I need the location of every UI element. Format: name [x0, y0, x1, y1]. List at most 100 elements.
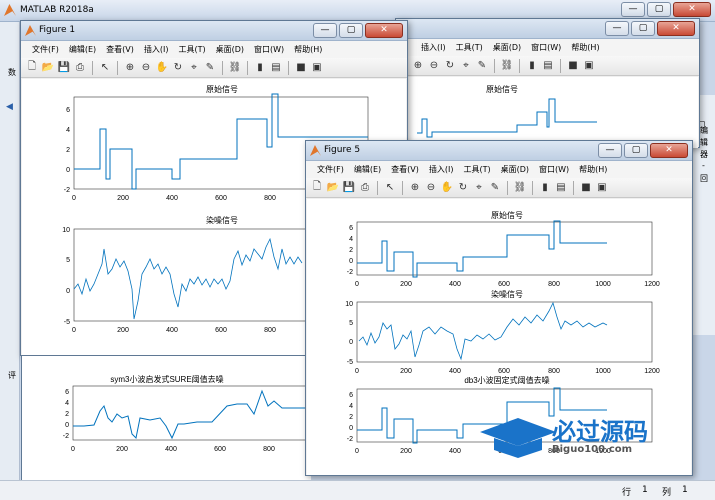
colorbar-icon[interactable]: ▮	[253, 61, 267, 75]
zoom-out-icon[interactable]: ⊖	[424, 181, 438, 195]
datacursor-icon[interactable]: ⌖	[472, 181, 486, 195]
menu-file[interactable]: 文件(F)	[312, 164, 349, 175]
menu-window[interactable]: 窗口(W)	[526, 42, 566, 53]
print-icon[interactable]: ⎙	[73, 61, 87, 75]
brush-icon[interactable]: ✎	[203, 61, 217, 75]
fig1-close-button[interactable]: ✕	[365, 23, 403, 38]
open-icon[interactable]: 📂	[41, 61, 55, 75]
zoom-out-icon[interactable]: ⊖	[139, 61, 153, 75]
menu-tools[interactable]: 工具(T)	[458, 164, 495, 175]
rotate-icon[interactable]: ↻	[443, 59, 457, 73]
ytick: 6	[349, 392, 353, 399]
menu-desktop[interactable]: 桌面(D)	[488, 42, 526, 53]
figure-5-title: Figure 5	[324, 145, 361, 155]
menu-edit[interactable]: 编辑(E)	[349, 164, 386, 175]
new-figure-icon[interactable]: 🗋	[310, 181, 324, 195]
rotate-icon[interactable]: ↻	[171, 61, 185, 75]
watermark-brand: 必过源码	[552, 418, 648, 446]
back-close-button[interactable]: ✕	[657, 21, 695, 36]
menu-insert[interactable]: 插入(I)	[139, 44, 174, 55]
menu-help[interactable]: 帮助(H)	[566, 42, 604, 53]
fig5-minimize-button[interactable]: —	[598, 143, 622, 158]
dock-icon[interactable]: ▣	[582, 59, 596, 73]
save-icon[interactable]: 💾	[342, 181, 356, 195]
back-figure-title-bar: — ▢ ✕	[396, 19, 699, 39]
back-figure-canvas: 原始信号	[397, 77, 698, 148]
menu-help[interactable]: 帮助(H)	[574, 164, 612, 175]
pointer-icon[interactable]: ↖	[383, 181, 397, 195]
legend-icon[interactable]: ▤	[541, 59, 555, 73]
fig1-minimize-button[interactable]: —	[313, 23, 337, 38]
menu-view[interactable]: 查看(V)	[386, 164, 424, 175]
print-icon[interactable]: ⎙	[358, 181, 372, 195]
fig1-maximize-button[interactable]: ▢	[339, 23, 363, 38]
open-icon[interactable]: 📂	[326, 181, 340, 195]
figure-window-back[interactable]: — ▢ ✕ 插入(I) 工具(T) 桌面(D) 窗口(W) 帮助(H) ⊕ ⊖ …	[395, 18, 700, 148]
brush-icon[interactable]: ✎	[475, 59, 489, 73]
menu-help[interactable]: 帮助(H)	[289, 44, 327, 55]
maximize-button[interactable]: ▢	[647, 2, 671, 17]
zoom-in-icon[interactable]: ⊕	[408, 181, 422, 195]
menu-window[interactable]: 窗口(W)	[249, 44, 289, 55]
ytick: 0	[65, 422, 69, 429]
ytick: 6	[65, 389, 69, 396]
hide-tools-icon[interactable]: ■	[294, 61, 308, 75]
legend-icon[interactable]: ▤	[269, 61, 283, 75]
back-maximize-button[interactable]: ▢	[631, 21, 655, 36]
xtick: 200	[400, 448, 412, 455]
minimize-button[interactable]: —	[621, 2, 645, 17]
hide-tools-icon[interactable]: ■	[566, 59, 580, 73]
xtick: 800	[264, 327, 276, 334]
menu-tools[interactable]: 工具(T)	[173, 44, 210, 55]
ytick: -2	[63, 433, 69, 440]
menu-window[interactable]: 窗口(W)	[534, 164, 574, 175]
zoom-in-icon[interactable]: ⊕	[123, 61, 137, 75]
close-button[interactable]: ✕	[673, 2, 711, 17]
link-icon[interactable]: ⛓	[500, 59, 514, 73]
ytick: 4	[66, 127, 70, 134]
menu-file[interactable]: 文件(F)	[27, 44, 64, 55]
link-icon[interactable]: ⛓	[228, 61, 242, 75]
back-plot-svg: 原始信号	[417, 84, 597, 138]
fig1-plot2-title: 染噪信号	[206, 215, 238, 225]
zoom-in-icon[interactable]: ⊕	[411, 59, 425, 73]
xtick: 0	[71, 446, 75, 453]
brush-icon[interactable]: ✎	[488, 181, 502, 195]
save-icon[interactable]: 💾	[57, 61, 71, 75]
dock-icon[interactable]: ▣	[595, 181, 609, 195]
ytick: 4	[349, 236, 353, 243]
colorbar-icon[interactable]: ▮	[538, 181, 552, 195]
colorbar-icon[interactable]: ▮	[525, 59, 539, 73]
datacursor-icon[interactable]: ⌖	[187, 61, 201, 75]
zoom-out-icon[interactable]: ⊖	[427, 59, 441, 73]
ytick: 2	[66, 147, 70, 154]
menu-desktop[interactable]: 桌面(D)	[211, 44, 249, 55]
hide-tools-icon[interactable]: ■	[579, 181, 593, 195]
row-label: 行	[622, 488, 632, 498]
new-figure-icon[interactable]: 🗋	[25, 61, 39, 75]
pan-icon[interactable]: ✋	[440, 181, 454, 195]
dock-icon[interactable]: ▣	[310, 61, 324, 75]
fig5-maximize-button[interactable]: ▢	[624, 143, 648, 158]
link-icon[interactable]: ⛓	[513, 181, 527, 195]
fig5-close-button[interactable]: ✕	[650, 143, 688, 158]
menu-edit[interactable]: 编辑(E)	[64, 44, 101, 55]
menu-insert[interactable]: 插入(I)	[424, 164, 459, 175]
xtick: 600	[215, 327, 227, 334]
menu-tools[interactable]: 工具(T)	[451, 42, 488, 53]
pan-icon[interactable]: ✋	[155, 61, 169, 75]
nav-back-icon[interactable]: ◀	[6, 102, 13, 112]
left-edge-char: 数	[8, 68, 16, 77]
figure-1-title: Figure 1	[39, 25, 76, 35]
xtick: 800	[548, 368, 560, 375]
menu-view[interactable]: 查看(V)	[101, 44, 139, 55]
datacursor-icon[interactable]: ⌖	[459, 59, 473, 73]
legend-icon[interactable]: ▤	[554, 181, 568, 195]
pointer-icon[interactable]: ↖	[98, 61, 112, 75]
rotate-icon[interactable]: ↻	[456, 181, 470, 195]
menu-desktop[interactable]: 桌面(D)	[496, 164, 534, 175]
ytick: -2	[347, 269, 353, 276]
menu-insert[interactable]: 插入(I)	[416, 42, 451, 53]
figure-1-title-bar: Figure 1 — ▢ ✕	[21, 21, 407, 41]
back-minimize-button[interactable]: —	[605, 21, 629, 36]
